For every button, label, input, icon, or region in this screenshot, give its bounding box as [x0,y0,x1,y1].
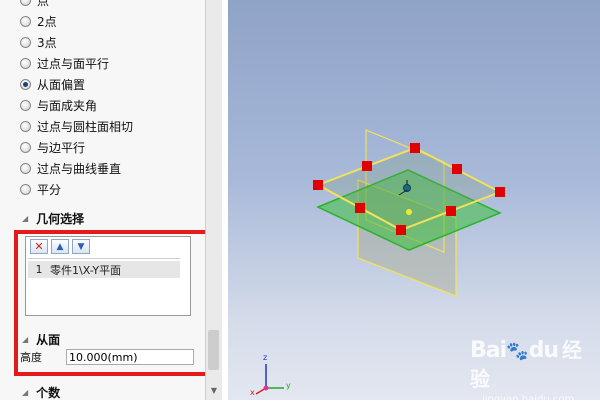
option-offset-from-face[interactable]: 从面偏置 [0,74,205,95]
list-item-name: 零件1\X-Y平面 [50,263,122,277]
delete-x-icon: ✕ [34,240,44,253]
arrow-up-icon: ▲ [56,241,64,252]
option-3-points[interactable]: 3点 [0,32,205,53]
handle-sw [355,203,365,213]
section-title: 从面 [36,332,61,347]
section-title: 个数 [36,385,61,400]
option-label: 点 [37,0,50,8]
handle-east [495,187,505,197]
handle-nw [362,161,372,171]
handle-west [313,180,323,190]
option-label: 2点 [37,15,57,29]
option-point-parallel-face[interactable]: 过点与面平行 [0,53,205,74]
option-label: 从面偏置 [37,78,86,92]
handle-south [396,225,406,235]
radio-button-selected[interactable] [20,79,31,90]
collapse-triangle-icon[interactable]: ◢ [22,335,28,344]
handle-north [410,143,420,153]
watermark-logo-suffix: du [528,338,559,363]
option-label: 与面成夹角 [37,99,98,113]
watermark-logo: Bai [470,338,507,363]
height-row: 高度 [0,348,205,366]
list-item-index: 1 [35,263,43,276]
radio-button[interactable] [20,16,31,27]
collapse-triangle-icon[interactable]: ◢ [22,388,28,397]
scroll-down-arrow-icon[interactable]: ▼ [208,386,220,398]
radio-button[interactable] [20,58,31,69]
radio-button[interactable] [20,184,31,195]
section-title: 几何选择 [36,211,85,226]
option-point[interactable]: 点 [0,0,205,11]
option-tangent-cylinder[interactable]: 过点与圆柱面相切 [0,116,205,137]
list-item[interactable]: 1 零件1\X-Y平面 [28,261,180,278]
option-label: 过点与曲线垂直 [37,162,122,176]
radio-button[interactable] [20,37,31,48]
delete-button[interactable]: ✕ [30,239,48,254]
option-label: 3点 [37,36,57,50]
move-up-button[interactable]: ▲ [51,239,69,254]
radio-button[interactable] [20,142,31,153]
axis-x-label: x [250,388,255,397]
option-label: 平分 [37,183,62,197]
handle-ne [452,164,462,174]
option-angle-to-face[interactable]: 与面成夹角 [0,95,205,116]
section-count-header[interactable]: ◢ 个数 [0,381,205,400]
axis-y-label: y [286,381,291,390]
arrow-down-icon: ▼ [77,241,85,252]
plane-center-point [406,209,412,215]
option-label: 过点与圆柱面相切 [37,120,134,134]
option-bisect[interactable]: 平分 [0,179,205,200]
plane-method-options: 点 2点 3点 过点与面平行 从面偏置 与面成夹角 过点与圆柱面相切 与边平行 [0,0,205,200]
geometry-list: 1 零件1\X-Y平面 [28,258,180,315]
option-parallel-edge[interactable]: 与边平行 [0,137,205,158]
geometry-toolbar: ✕ ▲ ▼ [30,239,90,255]
geometry-selection-box: ✕ ▲ ▼ 1 零件1\X-Y平面 [25,236,191,316]
panel-scrollbar[interactable]: ▼ [205,0,222,400]
radio-button[interactable] [20,163,31,174]
radio-button[interactable] [20,100,31,111]
paw-icon: 🐾 [506,341,529,362]
section-offset-header[interactable]: ◢ 从面 [0,328,205,350]
baidu-watermark: Bai🐾du 经验 jingyan.baidu.com [470,334,595,405]
option-label: 过点与面平行 [37,57,110,71]
option-label: 与边平行 [37,141,86,155]
handle-se [446,206,456,216]
height-input[interactable] [66,349,194,365]
section-geometry-header[interactable]: ◢ 几何选择 [0,207,205,229]
collapse-triangle-icon[interactable]: ◢ [22,214,28,223]
move-down-button[interactable]: ▼ [72,239,90,254]
height-label: 高度 [20,351,42,364]
option-2-points[interactable]: 2点 [0,11,205,32]
radio-button[interactable] [20,121,31,132]
property-panel: 点 2点 3点 过点与面平行 从面偏置 与面成夹角 过点与圆柱面相切 与边平行 [0,0,206,400]
axis-z-label: z [263,353,268,362]
option-perpendicular-curve[interactable]: 过点与曲线垂直 [0,158,205,179]
radio-button[interactable] [20,0,31,6]
scrollbar-thumb[interactable] [208,330,219,370]
